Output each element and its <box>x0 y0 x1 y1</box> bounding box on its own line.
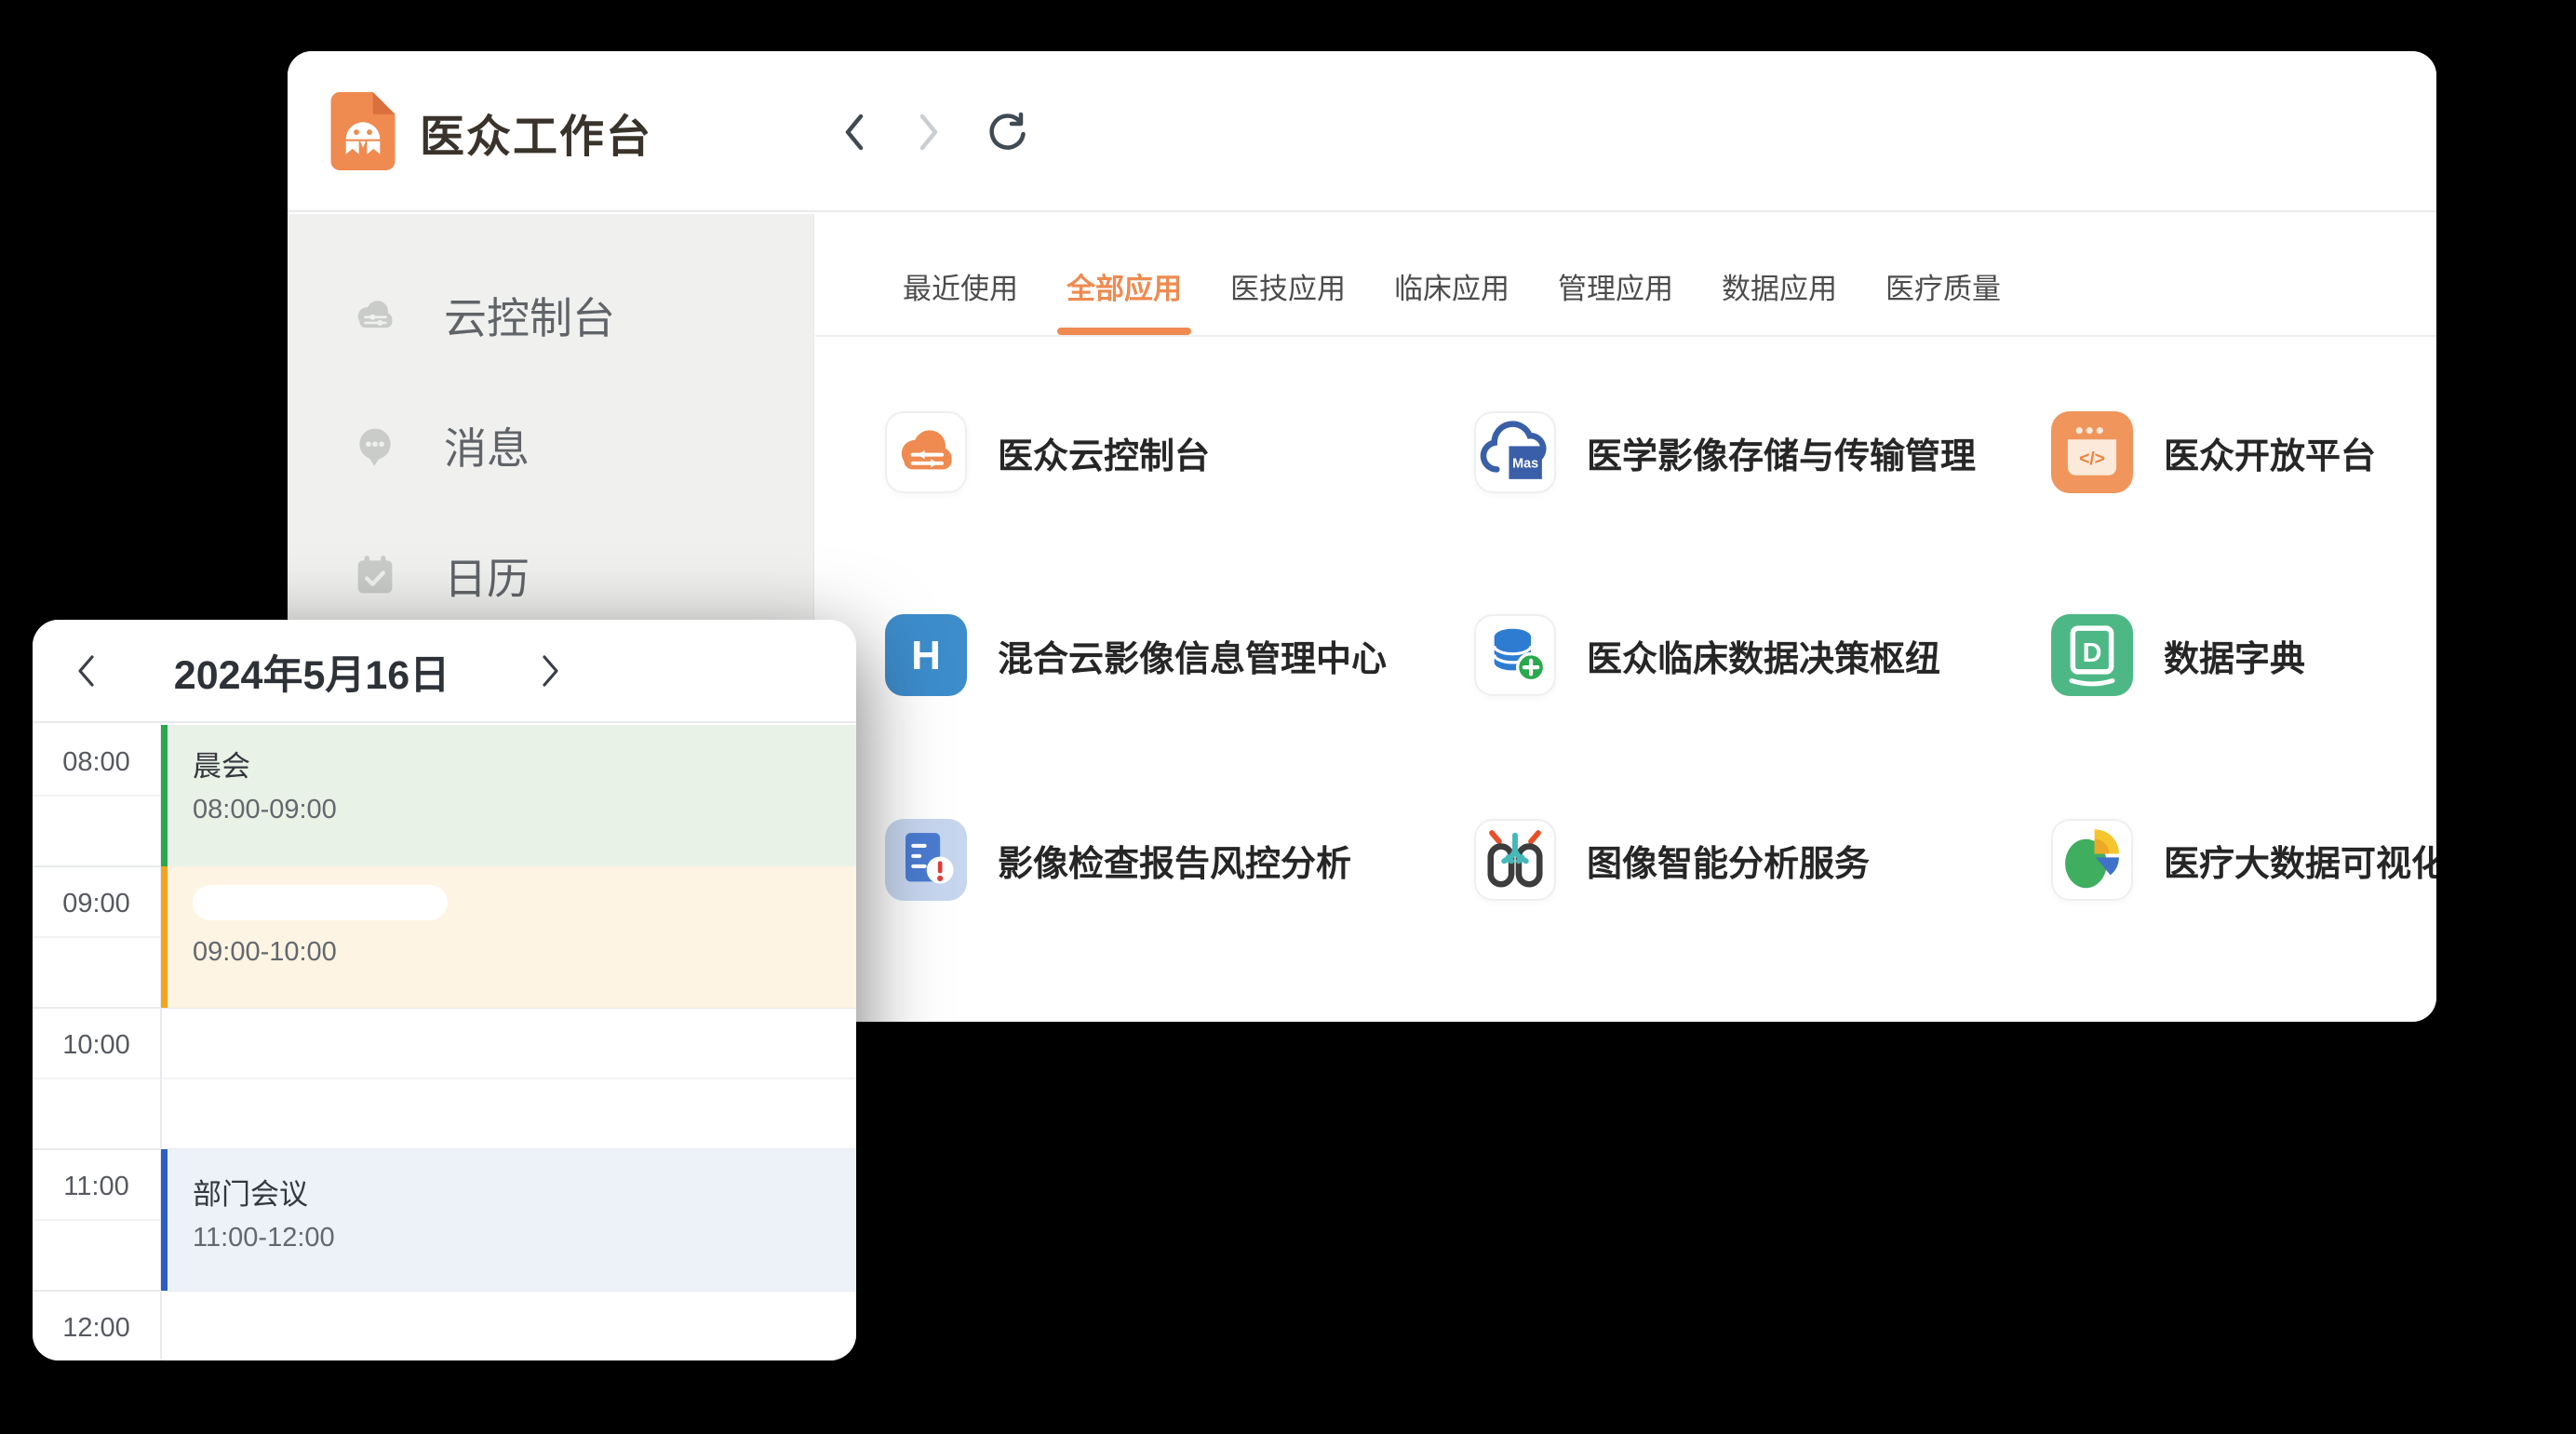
app-logo-icon <box>330 92 396 170</box>
calendar-day-grid: 08:00 09:00 10:00 11:00 12:00 晨会 08:00-0… <box>33 725 856 1360</box>
desktop-background: 医众工作台 <box>0 0 2576 1434</box>
app-label: 医众临床数据决策枢纽 <box>1587 630 1940 681</box>
app-label: 医众云控制台 <box>998 427 1210 478</box>
app-clinical-data-hub[interactable]: 医众临床数据决策枢纽 <box>1474 614 1940 696</box>
sidebar-item-label: 消息 <box>444 415 530 476</box>
blue-cloud-mas-icon: Mas <box>1474 411 1556 493</box>
event-title: 晨会 <box>193 749 856 785</box>
pie-chart-icon <box>2051 819 2133 901</box>
refresh-button[interactable] <box>985 108 1027 156</box>
tab-management-apps[interactable]: 管理应用 <box>1556 265 1675 307</box>
orange-cloud-sliders-icon <box>885 411 967 493</box>
app-data-dictionary[interactable]: D 数据字典 <box>2051 614 2305 696</box>
tab-all-apps[interactable]: 全部应用 <box>1065 265 1184 307</box>
report-warning-icon <box>885 819 967 901</box>
svg-text:Mas: Mas <box>1512 456 1538 471</box>
app-label: 医众开放平台 <box>2164 427 2376 478</box>
back-button[interactable] <box>832 108 875 156</box>
calendar-event-redacted[interactable]: 09:00-10:00 <box>161 866 856 1008</box>
app-label: 医疗大数据可视化 <box>2164 835 2436 886</box>
titlebar: 医众工作台 <box>288 51 2436 212</box>
database-plus-icon <box>1474 614 1556 696</box>
time-label: 11:00 <box>33 1168 160 1205</box>
content-area: 最近使用 全部应用 医技应用 临床应用 管理应用 数据应用 医疗质量 <box>815 214 2436 1022</box>
tab-medtech-apps[interactable]: 医技应用 <box>1228 265 1348 307</box>
chevron-right-icon <box>544 657 557 685</box>
sidebar-item-label: 日历 <box>444 545 530 607</box>
time-label: 10:00 <box>33 1026 160 1064</box>
tab-bar: 最近使用 全部应用 医技应用 临床应用 管理应用 数据应用 医疗质量 <box>815 214 2436 337</box>
sidebar-item-label: 云控制台 <box>444 285 615 346</box>
calendar-prev-button[interactable] <box>64 642 107 700</box>
forward-button[interactable] <box>908 108 951 156</box>
event-time: 11:00-12:00 <box>193 1223 856 1253</box>
app-label: 影像检查报告风控分析 <box>998 835 1351 886</box>
half-hour-line <box>33 1078 856 1079</box>
app-cloud-console[interactable]: 医众云控制台 <box>885 411 1210 493</box>
green-book-d-icon: D <box>2051 614 2133 696</box>
app-image-ai-service[interactable]: 图像智能分析服务 <box>1474 819 1870 901</box>
svg-text:H: H <box>911 633 941 678</box>
reload-icon <box>985 111 1027 154</box>
tab-medical-quality[interactable]: 医疗质量 <box>1884 265 2003 307</box>
app-label: 图像智能分析服务 <box>1587 835 1870 886</box>
app-grid: 医众云控制台 Mas 医学影像存储与传输管理 <box>815 337 2436 1022</box>
app-label: 医学影像存储与传输管理 <box>1587 427 1976 478</box>
message-icon <box>349 420 401 472</box>
cloud-console-icon <box>349 289 401 342</box>
calendar-date-title: 2024年5月16日 <box>172 620 451 723</box>
tab-recently-used[interactable]: 最近使用 <box>901 265 1020 307</box>
redacted-event-title <box>193 885 448 920</box>
sidebar-item-messages[interactable]: 消息 <box>288 415 813 476</box>
calendar-event-morning-meeting[interactable]: 晨会 08:00-09:00 <box>161 725 856 866</box>
app-big-data-visualization[interactable]: 医疗大数据可视化 <box>2051 819 2436 901</box>
time-label: 12:00 <box>33 1309 160 1347</box>
sidebar-item-cloud-console[interactable]: 云控制台 <box>288 285 813 346</box>
time-label: 09:00 <box>33 885 160 922</box>
svg-text:D: D <box>2083 638 2102 668</box>
event-title: 部门会议 <box>193 1177 856 1213</box>
app-hybrid-cloud-center[interactable]: H 混合云影像信息管理中心 <box>885 614 1387 696</box>
calendar-event-department-meeting[interactable]: 部门会议 11:00-12:00 <box>161 1149 856 1291</box>
nav-buttons <box>832 51 1027 212</box>
app-image-storage-transfer[interactable]: Mas 医学影像存储与传输管理 <box>1474 411 1976 493</box>
calendar-header: 2024年5月16日 <box>33 620 856 723</box>
app-label: 数据字典 <box>2164 630 2305 681</box>
event-time: 09:00-10:00 <box>193 937 856 968</box>
calendar-panel: 2024年5月16日 08:00 09:00 10:00 11:00 12:00 <box>33 620 856 1360</box>
app-open-platform[interactable]: </> 医众开放平台 <box>2051 411 2376 493</box>
tab-data-apps[interactable]: 数据应用 <box>1720 265 1839 307</box>
lungs-icon <box>1474 819 1556 901</box>
calendar-next-button[interactable] <box>530 642 572 700</box>
time-label: 08:00 <box>33 744 160 781</box>
chevron-left-icon <box>848 116 861 148</box>
event-time: 08:00-09:00 <box>193 795 856 825</box>
calendar-icon <box>349 550 401 602</box>
chevron-left-icon <box>80 657 92 685</box>
app-report-risk-analysis[interactable]: 影像检查报告风控分析 <box>885 819 1351 901</box>
tab-clinical-apps[interactable]: 临床应用 <box>1392 265 1511 307</box>
chevron-right-icon <box>922 116 935 148</box>
code-window-icon: </> <box>2051 411 2133 493</box>
app-label: 混合云影像信息管理中心 <box>998 630 1387 681</box>
sidebar-item-calendar[interactable]: 日历 <box>288 545 813 607</box>
svg-text:</>: </> <box>2079 449 2105 469</box>
blue-h-tile-icon: H <box>885 614 967 696</box>
app-title: 医众工作台 <box>420 51 652 212</box>
